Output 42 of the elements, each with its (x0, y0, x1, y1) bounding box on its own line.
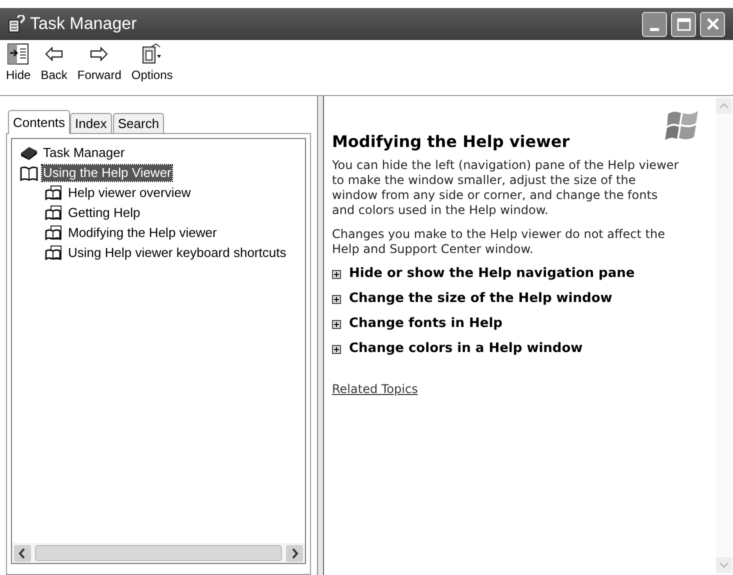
section-link[interactable]: Change colors in a Help window (349, 341, 583, 357)
toolbar-button[interactable]: Options (129, 43, 175, 82)
tree-item[interactable]: Getting Help (67, 205, 142, 221)
tab[interactable]: Index (70, 113, 112, 133)
hide-pane-icon (6, 43, 30, 65)
tree-item[interactable]: Using the Help Viewer (42, 165, 172, 181)
toolbar-button[interactable]: Hide (4, 43, 33, 82)
expand-icon[interactable] (332, 320, 341, 328)
minimize-button[interactable] (642, 12, 667, 36)
expand-icon[interactable] (332, 344, 341, 354)
tree-item[interactable]: Modifying the Help viewer (67, 225, 218, 241)
maximize-icon (676, 18, 690, 30)
window-title: Task Manager (30, 13, 138, 36)
article-title: Modifying the Help viewer (332, 132, 571, 152)
section-link[interactable]: Change fonts in Help (349, 316, 502, 332)
scroll-left-icon[interactable] (14, 544, 31, 562)
toolbar-button[interactable]: Back (38, 43, 70, 82)
help-icon (8, 15, 26, 33)
tree-item[interactable]: Help viewer overview (67, 185, 192, 201)
close-button[interactable] (700, 12, 725, 36)
scroll-right-icon[interactable] (286, 544, 303, 562)
expand-icon[interactable] (332, 270, 341, 278)
paragraph: Changes you make to the Help viewer do not affect the Help and Support Center window. (332, 227, 666, 257)
expand-icon[interactable] (332, 294, 341, 304)
help-page-icon (45, 205, 63, 221)
section-link[interactable]: Change the size of the Help window (349, 291, 612, 307)
toolbar-button[interactable]: Forward (75, 43, 124, 82)
help-page-icon (45, 185, 63, 201)
scrollbar-thumb[interactable] (35, 545, 282, 561)
tab[interactable]: Search (112, 113, 164, 133)
help-page-icon (45, 225, 63, 241)
horizontal-scrollbar[interactable] (12, 543, 305, 563)
tree-item[interactable]: Task Manager (42, 145, 126, 161)
close-icon (706, 17, 720, 31)
related-topics-link[interactable]: Related Topics (332, 380, 418, 398)
help-page-icon (45, 245, 63, 261)
minimize-icon (650, 28, 659, 30)
paragraph: You can hide the left (navigation) pane of the Help viewer to make the window smaller, adjust the size of the window from any side or corner, and change the fonts and colors used in the Help window. (332, 158, 680, 218)
tab[interactable]: Contents (8, 110, 70, 134)
maximize-button[interactable] (671, 12, 696, 36)
tree-item[interactable]: Using Help viewer keyboard shortcuts (67, 245, 288, 261)
section-link[interactable]: Hide or show the Help navigation pane (349, 266, 635, 282)
